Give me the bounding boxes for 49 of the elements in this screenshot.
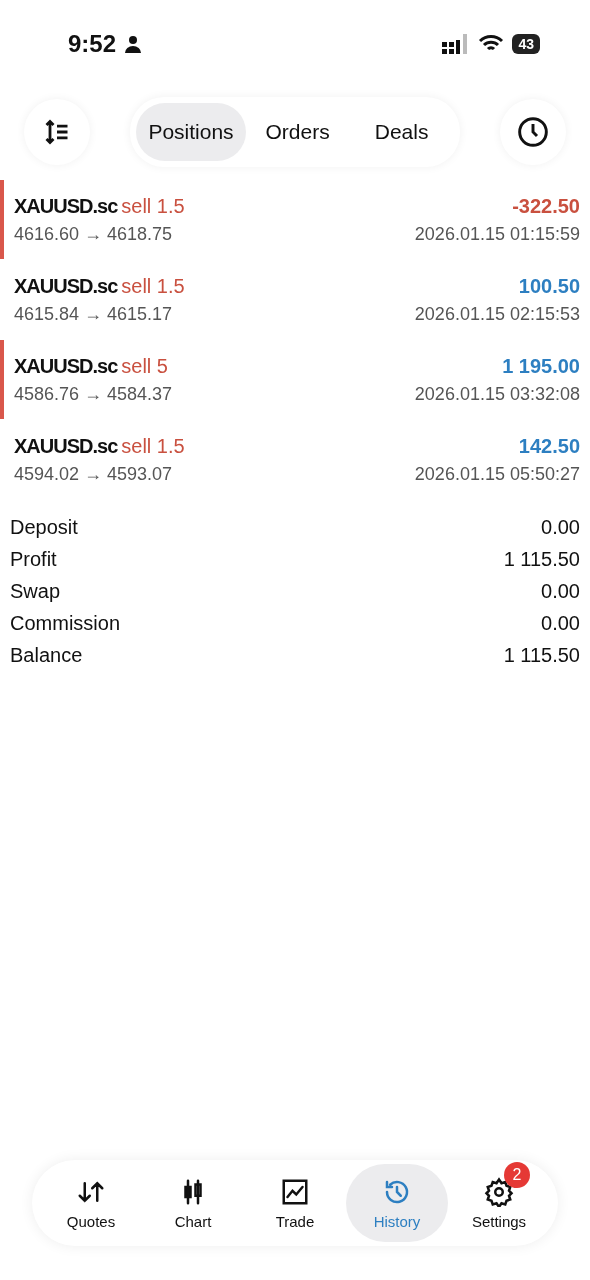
- summary-label: Deposit: [10, 516, 78, 539]
- deal-result: 100.50: [518, 274, 580, 298]
- tab[interactable]: Deals: [349, 103, 454, 161]
- deal-row[interactable]: XAUUSD.sc sell 1.5 142.50 4594.02 → 4593.07 2026.01.15 05:50:27: [0, 420, 590, 499]
- summary-label: Profit: [10, 548, 57, 571]
- summary-value: 0.00: [541, 612, 580, 635]
- nav-item[interactable]: Trade: [244, 1164, 346, 1242]
- deal-prices: 4616.60 → 4618.75: [14, 223, 173, 245]
- battery-level: 43: [512, 34, 540, 54]
- deal-symbol: XAUUSD.sc: [14, 434, 118, 457]
- deal-row[interactable]: XAUUSD.sc sell 1.5 -322.50 4616.60 → 4618.75 2026.01.15 01:15:59: [0, 180, 590, 259]
- deal-symbol: XAUUSD.sc: [14, 354, 118, 377]
- deal-result: -322.50: [512, 194, 580, 218]
- summary-value: 1 115.50: [503, 548, 580, 571]
- deal-result: 142.50: [518, 434, 580, 458]
- deal-side: sell 5: [121, 354, 168, 377]
- summary-label: Commission: [10, 612, 121, 635]
- nav-item[interactable]: Chart: [142, 1164, 244, 1242]
- nav-item[interactable]: Quotes: [40, 1164, 142, 1242]
- deal-time: 2026.01.15 03:32:08: [414, 383, 580, 405]
- person-icon: [124, 35, 143, 53]
- sort-list-icon: [43, 118, 71, 146]
- gear-icon: [484, 1176, 514, 1207]
- summary-value: 0.00: [541, 580, 580, 603]
- deal-prices: 4586.76 → 4584.37: [14, 383, 173, 405]
- deal-row[interactable]: XAUUSD.sc sell 5 1 195.00 4586.76 → 4584.37 2026.01.15 03:32:08: [0, 340, 590, 419]
- nav-item[interactable]: Settings 2: [448, 1164, 550, 1242]
- status-time: 9:52: [68, 30, 117, 58]
- summary-label: Swap: [10, 580, 61, 603]
- deal-prices: 4594.02 → 4593.07: [14, 463, 173, 485]
- deal-time: 2026.01.15 01:15:59: [414, 223, 580, 245]
- deal-side: sell 1.5: [121, 274, 185, 297]
- deal-time: 2026.01.15 05:50:27: [414, 463, 580, 485]
- deal-symbol: XAUUSD.sc: [14, 194, 118, 217]
- deal-row[interactable]: XAUUSD.sc sell 1.5 100.50 4615.84 → 4615.17 2026.01.15 02:15:53: [0, 260, 590, 339]
- deal-side: sell 1.5: [121, 434, 185, 457]
- tab[interactable]: Positions: [136, 103, 246, 161]
- deal-symbol: XAUUSD.sc: [14, 274, 118, 297]
- nav-item[interactable]: History: [346, 1164, 448, 1242]
- deal-time: 2026.01.15 02:15:53: [414, 303, 580, 325]
- clock-icon: [517, 116, 549, 148]
- summary-label: Balance: [10, 644, 83, 667]
- deal-side: sell 1.5: [121, 194, 185, 217]
- summary-value: 1 115.50: [503, 644, 580, 667]
- tab[interactable]: Orders: [245, 103, 350, 161]
- notification-badge: 2: [504, 1162, 530, 1188]
- summary-value: 0.00: [541, 516, 580, 539]
- deal-result: 1 195.00: [502, 354, 580, 378]
- deal-prices: 4615.84 → 4615.17: [14, 303, 173, 325]
